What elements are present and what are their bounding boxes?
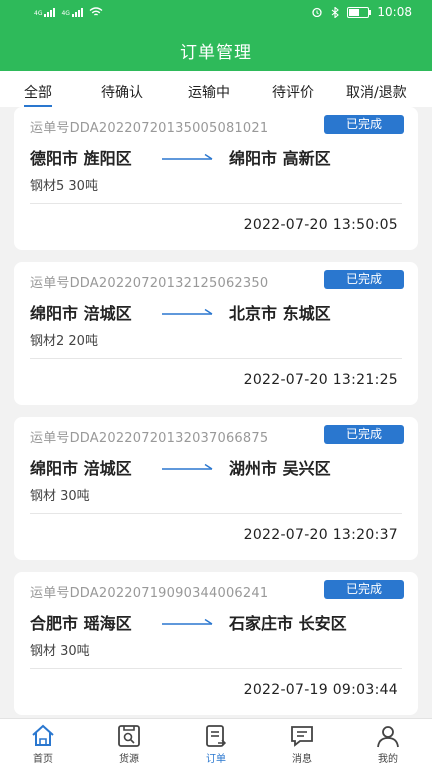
status-badge: 已完成 (324, 580, 404, 599)
status-bar: 4G 4G 10:08 (0, 0, 432, 26)
nav-label: 我的 (378, 754, 398, 765)
nav-cargo-source[interactable]: 货源 (99, 723, 159, 765)
page-title: 订单管理 (180, 43, 252, 63)
status-badge: 已完成 (324, 270, 404, 289)
profile-icon (377, 726, 399, 748)
route: 合肥市 瑶海区 石家庄市 长安区 (30, 610, 410, 634)
status-time: 10:08 (377, 5, 412, 19)
order-card[interactable]: 运单号DDA20220720132037066875 已完成 绵阳市 涪城区 湖… (14, 417, 418, 560)
order-card[interactable]: 运单号DDA2022072013500508102​1 已完成 德阳市 旌阳区 … (14, 107, 418, 250)
cargo-info: 钢材 30吨 (30, 489, 90, 504)
origin: 德阳市 旌阳区 (30, 149, 132, 168)
order-card[interactable]: 运单号DDA20220719090344006241 已完成 合肥市 瑶海区 石… (14, 572, 418, 715)
tab-cancel-refund[interactable]: 取消/退款 (346, 82, 407, 102)
divider (30, 513, 402, 514)
cargo-info: 钢材 30吨 (30, 644, 90, 659)
destination: 北京市 东城区 (229, 304, 331, 323)
origin: 合肥市 瑶海区 (30, 614, 132, 633)
nav-messages[interactable]: 消息 (272, 723, 332, 765)
tab-all[interactable]: 全部 (24, 82, 52, 107)
waybill-number: 运单号DDA20220719090344006241 (30, 586, 269, 601)
waybill-number: 运单号DDA20220720132125062350 (30, 276, 269, 291)
tab-label: 全部 (24, 85, 52, 101)
tab-label: 运输中 (188, 85, 230, 101)
divider (30, 668, 402, 669)
message-icon (291, 726, 313, 747)
wifi-icon (89, 7, 103, 16)
battery-icon (347, 6, 372, 18)
cell-signal-2-icon: 4G (61, 7, 83, 17)
home-icon (32, 724, 54, 746)
origin: 绵阳市 涪城区 (30, 304, 132, 323)
order-icon (206, 725, 227, 747)
tab-pending-confirm[interactable]: 待确认 (101, 82, 143, 102)
route: 德阳市 旌阳区 绵阳市 高新区 (30, 145, 410, 169)
waybill-number: 运单号DDA20220720132037066875 (30, 431, 269, 446)
tab-label: 取消/退款 (346, 85, 407, 101)
arrow-right-icon (162, 618, 213, 625)
order-datetime: 2022-07-20 13:50:05 (243, 217, 398, 233)
cell-signal-1-icon: 4G (34, 7, 56, 17)
nav-label: 消息 (292, 754, 312, 765)
status-badge: 已完成 (324, 115, 404, 134)
waybill-number: 运单号DDA2022072013500508102​1 (30, 121, 269, 136)
cargo-source-icon (118, 725, 140, 747)
cargo-info: 钢材5 30吨 (30, 179, 98, 194)
destination: 石家庄市 长安区 (229, 614, 347, 633)
nav-label: 货源 (119, 754, 139, 765)
tab-pending-review[interactable]: 待评价 (272, 82, 314, 102)
status-badge: 已完成 (324, 425, 404, 444)
nav-label: 订单 (206, 754, 226, 765)
route: 绵阳市 涪城区 北京市 东城区 (30, 300, 410, 324)
order-tabs: 全部 待确认 运输中 待评价 取消/退款 (0, 71, 432, 107)
bluetooth-icon (332, 6, 340, 18)
signal-1-label: 4G (34, 10, 43, 17)
cargo-info: 钢材2 20吨 (30, 334, 98, 349)
order-card[interactable]: 运单号DDA20220720132125062350 已完成 绵阳市 涪城区 北… (14, 262, 418, 405)
signal-2-label: 4G (61, 10, 70, 17)
arrow-right-icon (162, 463, 213, 470)
order-datetime: 2022-07-20 13:21:25 (243, 372, 398, 388)
order-datetime: 2022-07-20 13:20:37 (243, 527, 398, 543)
order-datetime: 2022-07-19 09:03:44 (243, 682, 398, 698)
divider (30, 358, 402, 359)
destination: 绵阳市 高新区 (229, 149, 331, 168)
nav-label: 首页 (33, 754, 53, 765)
app-header: 4G 4G 10:08 订单管理 (0, 0, 432, 71)
nav-home[interactable]: 首页 (13, 723, 73, 765)
origin: 绵阳市 涪城区 (30, 459, 132, 478)
alarm-icon (312, 7, 323, 17)
nav-profile[interactable]: 我的 (358, 723, 418, 765)
arrow-right-icon (162, 153, 213, 160)
route: 绵阳市 涪城区 湖州市 吴兴区 (30, 455, 410, 479)
arrow-right-icon (162, 308, 213, 315)
tab-label: 待评价 (272, 85, 314, 101)
nav-orders[interactable]: 订单 (186, 723, 246, 765)
tab-in-transit[interactable]: 运输中 (188, 82, 230, 102)
bottom-nav: 首页 货源 订单 消息 我的 (0, 718, 432, 769)
destination: 湖州市 吴兴区 (229, 459, 331, 478)
tab-label: 待确认 (101, 85, 143, 101)
divider (30, 203, 402, 204)
